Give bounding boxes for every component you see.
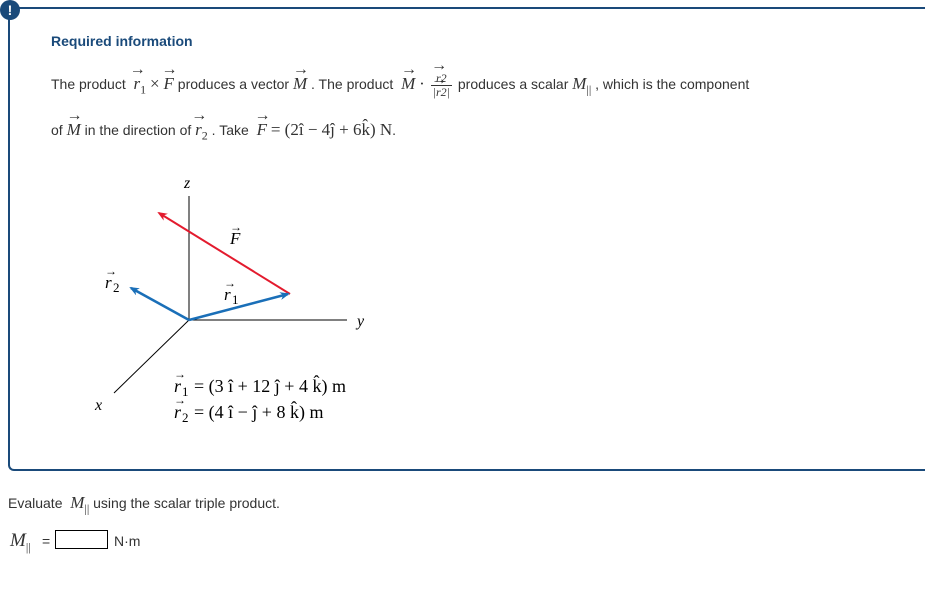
answer-label: M|| (10, 530, 31, 555)
answer-input[interactable] (55, 530, 108, 549)
r2-label-arrow: → (105, 264, 117, 278)
r1-label-sub: 1 (232, 292, 239, 307)
r2-label-sub: 2 (113, 280, 120, 295)
eq-r2-sub: 2 (182, 410, 189, 425)
question-text: Evaluate M|| using the scalar triple pro… (8, 493, 280, 516)
M-parallel-symbol: M|| (70, 493, 90, 516)
eq-r2: = (4 î − ĵ + 8 k̂) m (194, 401, 323, 423)
text: using the scalar triple product. (93, 495, 280, 511)
F-label-arrow: → (230, 220, 242, 234)
M-parallel-symbol: M|| (10, 530, 31, 554)
alert-icon: ! (0, 0, 20, 20)
y-axis-label: y (355, 313, 365, 330)
equals-sign: = (42, 533, 51, 549)
text: Evaluate (8, 495, 63, 511)
eq-r1: = (3 î + 12 ĵ + 4 k̂) m (194, 375, 346, 397)
r2-vector-arrow (129, 286, 190, 322)
eq-r1-arrow: → (174, 367, 186, 381)
unit-label: N·m (114, 533, 141, 549)
r1-vector-arrow (188, 292, 290, 322)
z-axis-label: z (183, 175, 191, 192)
r1-label-arrow: → (224, 276, 236, 290)
eq-r2-arrow: → (174, 393, 186, 407)
x-axis-label: x (94, 397, 102, 414)
